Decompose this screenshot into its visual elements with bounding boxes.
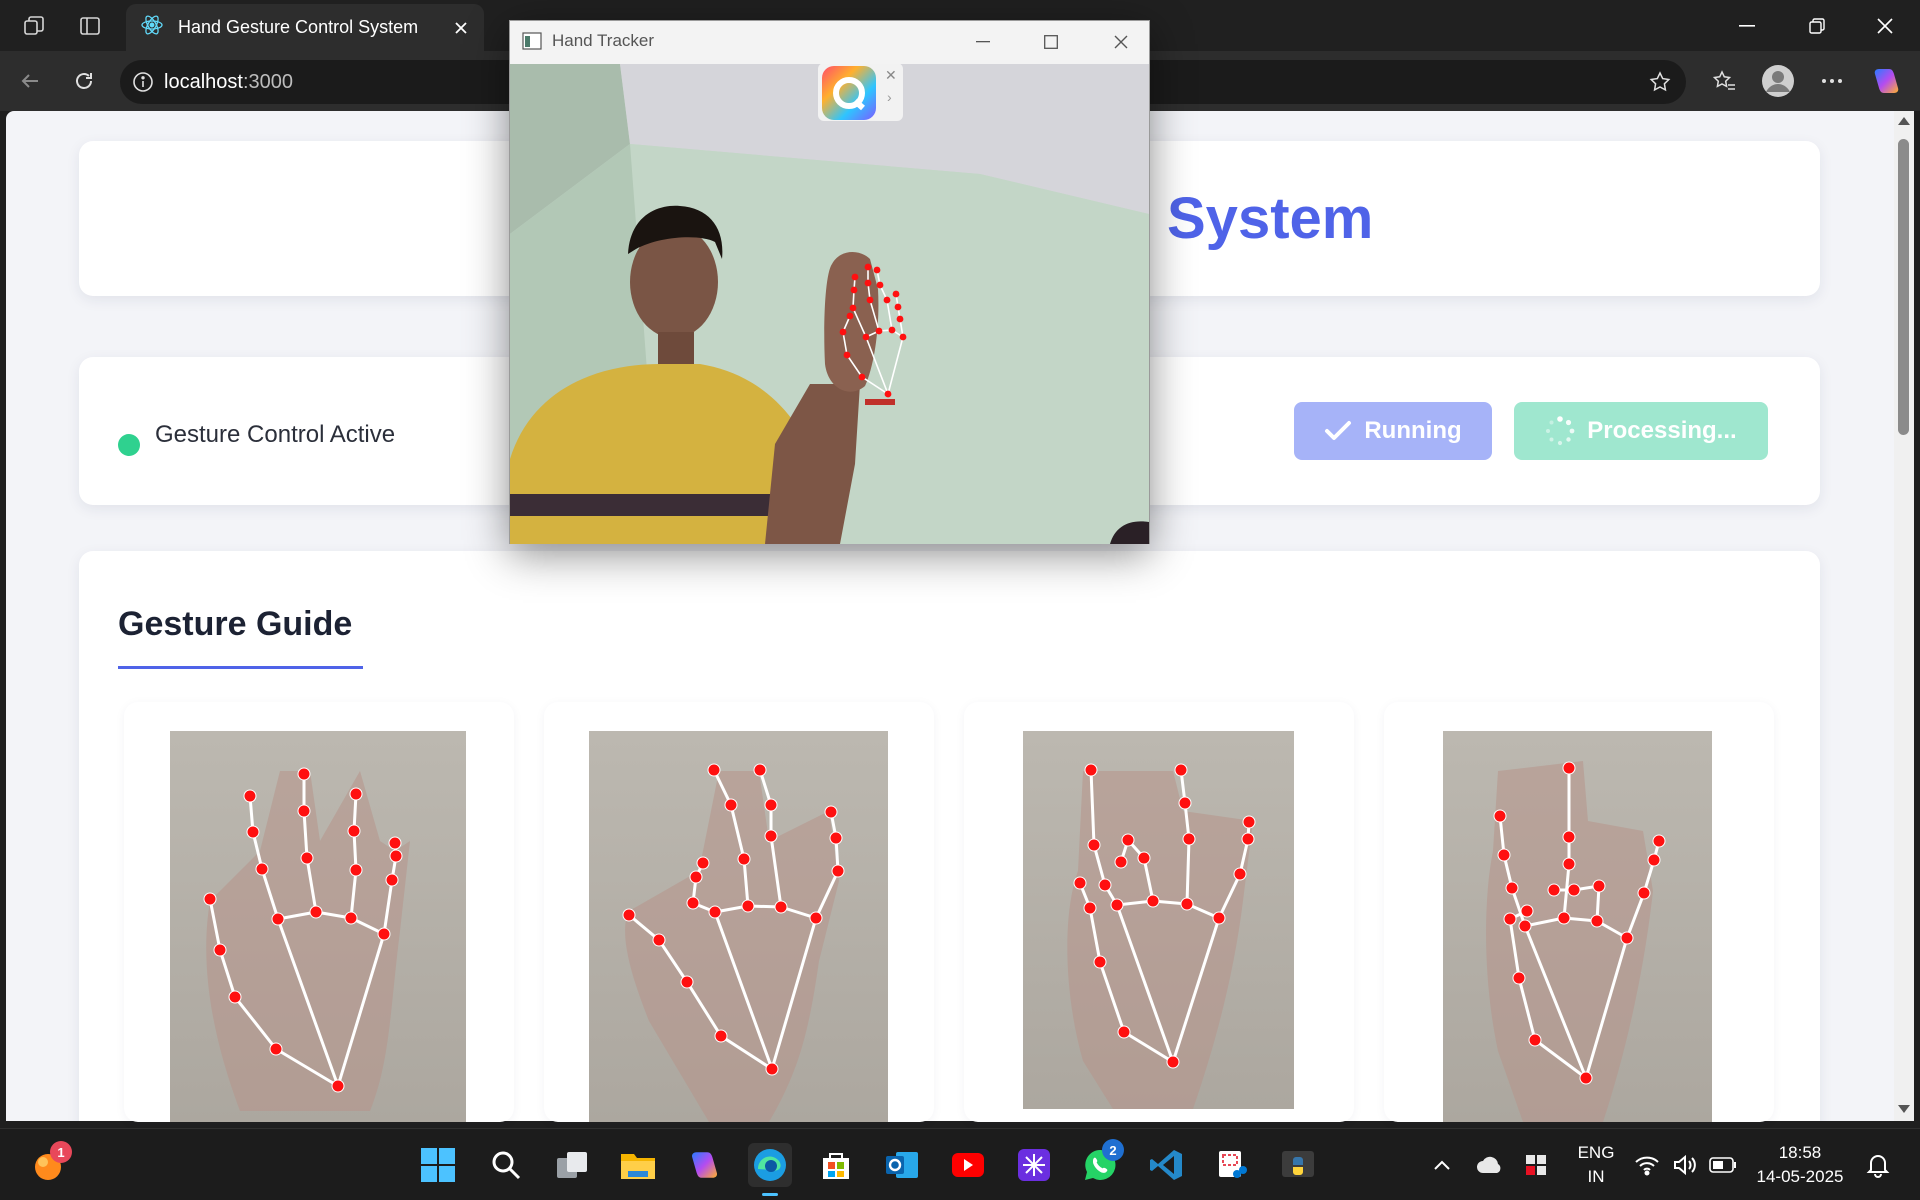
- widgets-icon[interactable]: 1: [26, 1141, 72, 1187]
- clock[interactable]: 18:58 14-05-2025: [1752, 1143, 1848, 1187]
- whatsapp-icon[interactable]: 2: [1078, 1139, 1124, 1187]
- floating-widget[interactable]: ✕ ›: [818, 64, 903, 121]
- snipping-tool-icon[interactable]: [1210, 1143, 1254, 1187]
- favorites-icon[interactable]: [1706, 63, 1742, 99]
- onedrive-icon[interactable]: [1468, 1143, 1512, 1187]
- python-icon[interactable]: [1276, 1143, 1320, 1187]
- more-icon[interactable]: [1814, 63, 1850, 99]
- scroll-thumb[interactable]: [1898, 139, 1909, 435]
- tracker-maximize-icon[interactable]: [1028, 25, 1074, 59]
- gesture-image-pinch: [589, 731, 888, 1122]
- widget-expand-icon[interactable]: ›: [887, 89, 892, 105]
- url-text: localhost:3000: [164, 70, 293, 93]
- wifi-icon[interactable]: [1630, 1143, 1664, 1187]
- search-icon[interactable]: [484, 1143, 528, 1187]
- info-icon[interactable]: [132, 71, 154, 93]
- edge-icon[interactable]: [748, 1143, 792, 1196]
- gesture-image-ring-pinch: [1023, 731, 1294, 1109]
- tab-actions-icon[interactable]: [74, 10, 106, 42]
- copilot-icon[interactable]: [1866, 61, 1906, 101]
- perplexity-icon[interactable]: [1012, 1143, 1056, 1187]
- running-label: Running: [1364, 417, 1462, 444]
- file-explorer-icon[interactable]: [616, 1143, 660, 1187]
- status-indicator: [118, 434, 140, 456]
- gesture-image-pinky-pinch: [1443, 731, 1712, 1122]
- restore-icon[interactable]: [1782, 0, 1852, 51]
- spinner-icon: [1546, 416, 1575, 446]
- gesture-card-2: [544, 702, 934, 1122]
- chevron-up-icon[interactable]: [1420, 1143, 1464, 1187]
- battery-icon[interactable]: [1706, 1143, 1740, 1187]
- tracker-minimize-icon[interactable]: [960, 25, 1006, 59]
- back-icon[interactable]: [12, 63, 48, 99]
- gesture-image-open-palm: [170, 731, 466, 1122]
- workspaces-icon[interactable]: [18, 10, 50, 42]
- camera-feed: ✕ ›: [510, 64, 1149, 544]
- clock-time: 18:58: [1778, 1143, 1822, 1162]
- windows-taskbar: 1 2 ENG IN 18:58 14-05-2025: [0, 1128, 1920, 1200]
- tray-app-icon[interactable]: [1514, 1143, 1558, 1187]
- active-app-indicator: [762, 1193, 778, 1196]
- volume-icon[interactable]: [1668, 1143, 1702, 1187]
- scroll-up-icon[interactable]: [1898, 117, 1910, 125]
- tab-title: Hand Gesture Control System: [178, 17, 419, 37]
- gesture-card-4: [1384, 702, 1774, 1122]
- reload-icon[interactable]: [66, 63, 102, 99]
- store-icon[interactable]: [814, 1143, 858, 1187]
- windows-start-icon[interactable]: [416, 1143, 460, 1187]
- profile-icon[interactable]: [1758, 61, 1798, 101]
- processing-label: Processing...: [1587, 417, 1737, 444]
- clock-date: 14-05-2025: [1756, 1167, 1844, 1186]
- copilot-app-icon[interactable]: [682, 1143, 726, 1187]
- guide-underline: [118, 666, 363, 669]
- check-icon: [1325, 421, 1352, 440]
- outlook-icon[interactable]: [880, 1143, 924, 1187]
- close-icon[interactable]: [446, 13, 476, 43]
- notification-icon[interactable]: [1858, 1143, 1898, 1187]
- quick-assist-icon[interactable]: [822, 66, 876, 120]
- scroll-down-icon[interactable]: [1898, 1105, 1910, 1113]
- gesture-card-1: [124, 702, 514, 1122]
- widgets-badge: 1: [50, 1141, 72, 1163]
- status-label: Gesture Control Active: [155, 421, 396, 448]
- app-window-icon: [522, 32, 542, 50]
- minimize-icon[interactable]: [1712, 0, 1782, 51]
- widget-close-icon[interactable]: ✕: [885, 67, 897, 84]
- window-close-icon[interactable]: [1850, 0, 1920, 51]
- react-icon: [140, 13, 164, 42]
- processing-button[interactable]: Processing...: [1514, 402, 1768, 460]
- tracker-close-icon[interactable]: [1098, 25, 1144, 59]
- page-title: System: [1167, 186, 1374, 251]
- vscode-icon[interactable]: [1144, 1143, 1188, 1187]
- active-tab[interactable]: Hand Gesture Control System: [126, 4, 484, 51]
- language-indicator[interactable]: ENG IN: [1574, 1143, 1618, 1187]
- gesture-guide-title: Gesture Guide: [118, 605, 353, 643]
- hand-tracker-window[interactable]: Hand Tracker ✕ ›: [509, 20, 1150, 544]
- whatsapp-badge: 2: [1102, 1139, 1124, 1161]
- favorite-icon[interactable]: [1648, 70, 1672, 94]
- tracker-title: Hand Tracker: [552, 31, 655, 50]
- youtube-icon[interactable]: [946, 1143, 990, 1187]
- gesture-card-3: [964, 702, 1354, 1122]
- task-view-icon[interactable]: [550, 1143, 594, 1187]
- running-button[interactable]: Running: [1294, 402, 1492, 460]
- page-scrollbar[interactable]: [1894, 111, 1914, 1121]
